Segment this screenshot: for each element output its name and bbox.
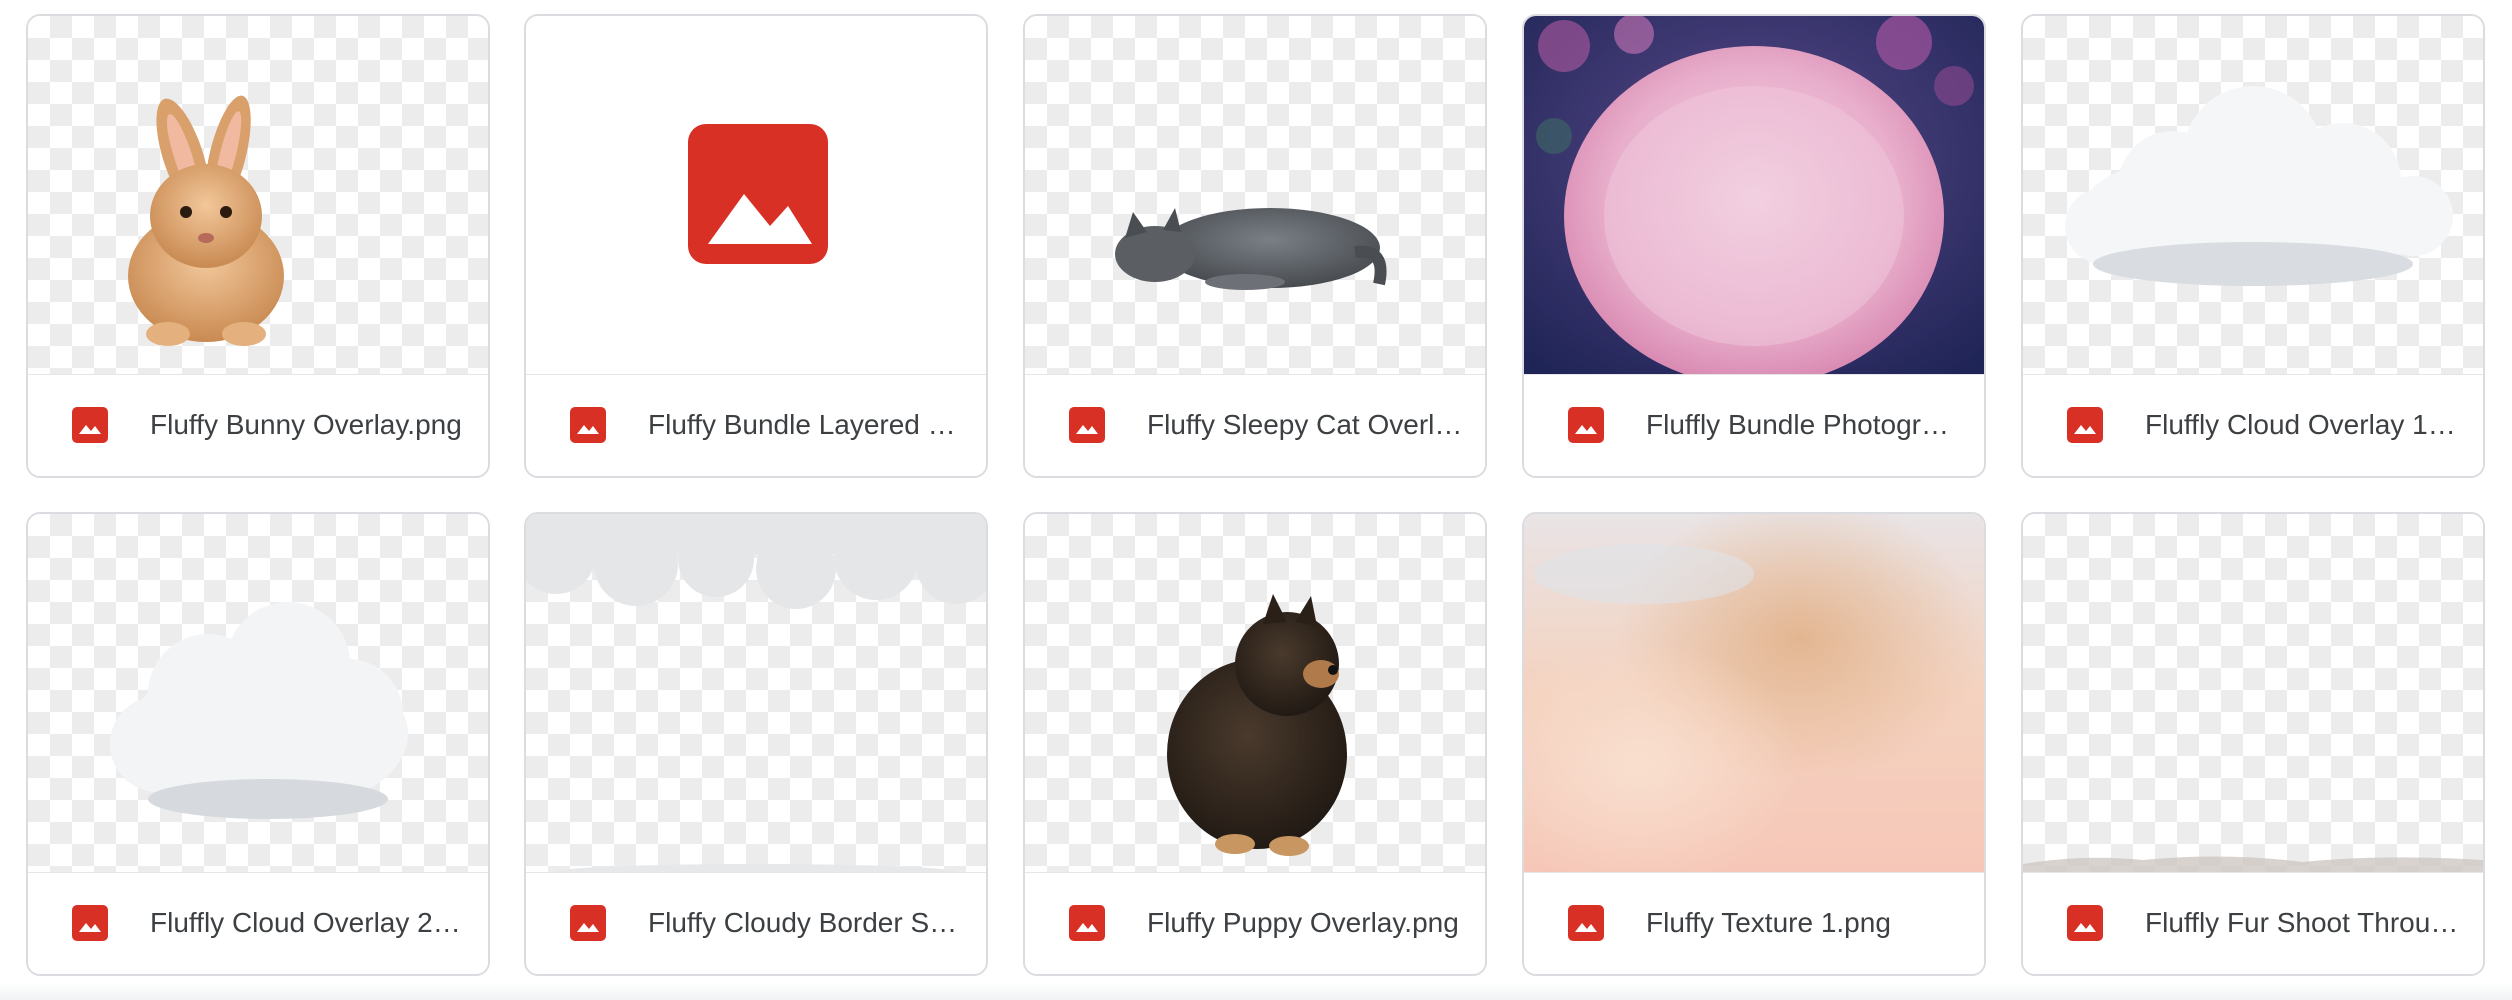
image-file-icon: [2067, 905, 2103, 941]
image-file-icon: [570, 407, 606, 443]
file-card-footer: Fluffly Fur Shoot Through Overlay: [2023, 872, 2483, 974]
pastel-texture-image: [1524, 514, 1984, 872]
image-file-icon: [72, 905, 108, 941]
image-file-icon: [1069, 905, 1105, 941]
file-thumbnail: [1025, 514, 1485, 872]
file-name: Fluffy Sleepy Cat Overlay.png: [1147, 409, 1463, 440]
file-card[interactable]: Fluffly Bundle Photography Backdrop: [1522, 14, 1986, 478]
cloud-image: [2065, 86, 2453, 286]
pink-fur-backdrop-image: [1524, 16, 1984, 374]
file-name: Fluffy Bundle Layered PSD: [648, 409, 964, 440]
file-card[interactable]: Fluffy Texture 1.png: [1522, 512, 1986, 976]
file-name: Fluffy Cloudy Border Stock: [648, 907, 964, 938]
image-file-icon: [72, 407, 108, 443]
file-card-footer: Fluffy Bundle Layered PSD: [526, 374, 986, 476]
file-grid: Fluffy Bunny Overlay.png Fluffy Bundle L…: [0, 0, 2512, 1000]
bottom-shadow: [0, 982, 2512, 1000]
file-thumbnail: [526, 16, 986, 374]
file-name: Fluffly Bundle Photography Backdrop: [1646, 409, 1962, 440]
file-card[interactable]: Fluffy Puppy Overlay.png: [1023, 512, 1487, 976]
sleeping-cat-image: [1115, 208, 1387, 290]
puppy-image: [1167, 594, 1347, 856]
file-card[interactable]: Fluffly Fur Shoot Through Overlay: [2021, 512, 2485, 976]
file-card-footer: Fluffy Texture 1.png: [1524, 872, 1984, 974]
file-card[interactable]: Fluffly Cloud Overlay 2.png: [26, 512, 490, 976]
file-name: Fluffly Fur Shoot Through Overlay: [2145, 907, 2461, 938]
file-card-footer: Fluffly Bundle Photography Backdrop: [1524, 374, 1984, 476]
file-name: Fluffy Texture 1.png: [1646, 907, 1891, 938]
file-card[interactable]: Fluffy Bunny Overlay.png: [26, 14, 490, 478]
file-thumbnail: [28, 514, 488, 872]
file-name: Fluffy Puppy Overlay.png: [1147, 907, 1459, 938]
file-thumbnail: [2023, 16, 2483, 374]
file-thumbnail: [28, 16, 488, 374]
file-thumbnail: [2023, 514, 2483, 872]
image-file-icon: [1069, 407, 1105, 443]
file-card-footer: Fluffly Cloud Overlay 2.png: [28, 872, 488, 974]
file-card[interactable]: Fluffy Cloudy Border Stock: [524, 512, 988, 976]
file-name: Fluffly Cloud Overlay 1.png: [2145, 409, 2461, 440]
file-card-footer: Fluffy Cloudy Border Stock: [526, 872, 986, 974]
file-thumbnail: [526, 514, 986, 872]
image-file-icon: [2067, 407, 2103, 443]
image-file-icon: [570, 905, 606, 941]
image-file-icon: [1568, 905, 1604, 941]
file-card-footer: Fluffy Sleepy Cat Overlay.png: [1025, 374, 1485, 476]
file-thumbnail: [1025, 16, 1485, 374]
file-name: Fluffy Bunny Overlay.png: [150, 409, 462, 440]
file-card[interactable]: Fluffly Cloud Overlay 1.png: [2021, 14, 2485, 478]
cloud-border-image: [526, 514, 986, 872]
file-card-footer: Fluffy Puppy Overlay.png: [1025, 872, 1485, 974]
file-card[interactable]: Fluffy Bundle Layered PSD: [524, 14, 988, 478]
file-card[interactable]: Fluffy Sleepy Cat Overlay.png: [1023, 14, 1487, 478]
image-file-icon: [1568, 407, 1604, 443]
bunny-image: [128, 95, 284, 346]
file-card-footer: Fluffly Cloud Overlay 1.png: [2023, 374, 2483, 476]
file-card-footer: Fluffy Bunny Overlay.png: [28, 374, 488, 476]
fur-shoot-through-image: [2023, 856, 2483, 872]
file-name: Fluffly Cloud Overlay 2.png: [150, 907, 466, 938]
file-thumbnail: [1524, 514, 1984, 872]
file-thumbnail: [1524, 16, 1984, 374]
cloud-image: [110, 602, 408, 819]
generic-image-icon: [688, 124, 828, 264]
